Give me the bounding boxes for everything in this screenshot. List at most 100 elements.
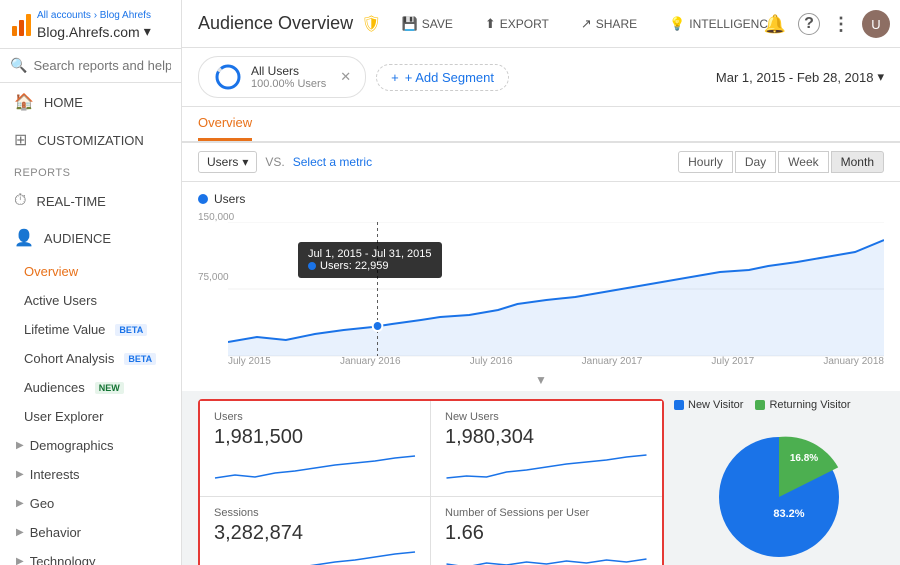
- stat-card-users[interactable]: Users 1,981,500: [200, 401, 431, 497]
- logo-bar-3: [26, 14, 31, 36]
- stat-value-sessions: 3,282,874: [214, 522, 416, 545]
- chevron-right-icon: ▶: [16, 440, 24, 451]
- logo-icon: [12, 14, 31, 36]
- help-icon[interactable]: ?: [798, 13, 820, 35]
- stat-value-sessions-per-user: 1.66: [445, 522, 648, 545]
- stats-grid-container: Users 1,981,500 New Users 1,980,304: [198, 399, 664, 565]
- bell-icon[interactable]: 🔔: [764, 14, 786, 35]
- beta-badge-cohort: BETA: [124, 353, 156, 365]
- sidebar-item-audiences[interactable]: Audiences NEW: [0, 373, 181, 402]
- tooltip-metric: Users: 22,959: [308, 260, 432, 272]
- day-button[interactable]: Day: [735, 151, 776, 173]
- date-range-picker[interactable]: Mar 1, 2015 - Feb 28, 2018 ▾: [716, 69, 884, 85]
- mini-chart-sessions: [214, 549, 416, 565]
- sidebar-item-demographics[interactable]: ▶ Demographics: [0, 431, 181, 460]
- stat-label-new-users: New Users: [445, 411, 648, 423]
- site-info: All accounts › Blog Ahrefs Blog.Ahrefs.c…: [37, 10, 151, 40]
- date-chevron-icon: ▾: [877, 69, 884, 85]
- sidebar-item-behavior[interactable]: ▶ Behavior: [0, 518, 181, 547]
- metric-dropdown[interactable]: Users ▾: [198, 151, 257, 173]
- tooltip-date: Jul 1, 2015 - Jul 31, 2015: [308, 248, 432, 260]
- segment-info: All Users 100.00% Users: [251, 64, 326, 90]
- sidebar-item-realtime[interactable]: ⏱ REAL-TIME: [0, 183, 181, 219]
- chevron-down-icon: ▾: [144, 23, 151, 40]
- share-icon: ↗: [581, 16, 592, 32]
- grid-icon: ⊞: [14, 130, 27, 150]
- export-button[interactable]: ⬆ EXPORT: [477, 12, 557, 36]
- add-segment-button[interactable]: + + Add Segment: [376, 64, 509, 91]
- avatar[interactable]: U: [862, 10, 890, 38]
- stats-grid: Users 1,981,500 New Users 1,980,304: [198, 399, 664, 565]
- sidebar-item-user-explorer[interactable]: User Explorer: [0, 402, 181, 431]
- mini-chart-sessions-per-user: [445, 549, 648, 565]
- stat-card-sessions-per-user[interactable]: Number of Sessions per User 1.66: [431, 497, 662, 565]
- sidebar-item-home[interactable]: 🏠 HOME: [0, 83, 181, 121]
- more-icon[interactable]: ⋮: [832, 14, 850, 35]
- legend-label-users: Users: [214, 192, 245, 206]
- search-icon: 🔍: [10, 57, 27, 74]
- clock-icon: ⏱: [14, 192, 26, 210]
- export-icon: ⬆: [485, 16, 496, 32]
- time-button-group: Hourly Day Week Month: [678, 151, 884, 173]
- new-visitor-dot: [674, 400, 684, 410]
- intelligence-icon: 💡: [669, 16, 685, 32]
- sidebar-item-interests[interactable]: ▶ Interests: [0, 460, 181, 489]
- beta-badge-lifetime: BETA: [115, 324, 147, 336]
- overview-tabs: Overview: [182, 107, 900, 143]
- share-button[interactable]: ↗ SHARE: [573, 12, 645, 36]
- person-icon: 👤: [14, 228, 34, 248]
- x-label-jul2015: July 2015: [228, 356, 271, 367]
- x-label-jul2017: July 2017: [711, 356, 754, 367]
- topbar-title-area: Audience Overview 🛡: [198, 13, 381, 34]
- main-content: 🔔 ? ⋮ U Audience Overview 🛡 💾 SAVE ⬆ EXP…: [182, 0, 900, 565]
- returning-visitor-dot: [755, 400, 765, 410]
- add-icon: +: [391, 70, 399, 85]
- stat-value-users: 1,981,500: [214, 426, 416, 449]
- site-name[interactable]: Blog.Ahrefs.com ▾: [37, 23, 151, 40]
- sidebar-item-cohort-analysis[interactable]: Cohort Analysis BETA: [0, 344, 181, 373]
- svg-text:16.8%: 16.8%: [790, 453, 818, 464]
- tooltip-dot: [308, 262, 316, 270]
- sidebar-item-technology[interactable]: ▶ Technology: [0, 547, 181, 565]
- chevron-right-icon-technology: ▶: [16, 556, 24, 565]
- stat-label-sessions: Sessions: [214, 507, 416, 519]
- x-label-jul2016: July 2016: [470, 356, 513, 367]
- tab-overview[interactable]: Overview: [198, 107, 252, 141]
- breadcrumb-text[interactable]: All accounts › Blog Ahrefs: [37, 10, 151, 21]
- select-metric-link[interactable]: Select a metric: [293, 155, 372, 169]
- sidebar-item-active-users[interactable]: Active Users: [0, 286, 181, 315]
- sidebar-item-lifetime-value[interactable]: Lifetime Value BETA: [0, 315, 181, 344]
- chevron-right-icon-behavior: ▶: [16, 527, 24, 538]
- sidebar-item-audience[interactable]: 👤 AUDIENCE: [0, 219, 181, 257]
- content-area: All Users 100.00% Users ✕ + + Add Segmen…: [182, 48, 900, 565]
- sidebar-item-geo[interactable]: ▶ Geo: [0, 489, 181, 518]
- pie-chart-container: New Visitor Returning Visitor: [664, 399, 884, 565]
- month-button[interactable]: Month: [831, 151, 884, 173]
- sidebar-item-customization[interactable]: ⊞ CUSTOMIZATION: [0, 121, 181, 159]
- new-badge-audiences: NEW: [95, 382, 124, 394]
- global-nav: 🔔 ? ⋮ U: [764, 10, 890, 38]
- pie-legend-returning-visitor: Returning Visitor: [755, 399, 850, 411]
- all-users-segment[interactable]: All Users 100.00% Users ✕: [198, 56, 366, 98]
- segment-close-icon[interactable]: ✕: [340, 69, 351, 85]
- breadcrumb: All accounts › Blog Ahrefs: [37, 10, 151, 21]
- stat-card-new-users[interactable]: New Users 1,980,304: [431, 401, 662, 497]
- stat-card-sessions[interactable]: Sessions 3,282,874: [200, 497, 431, 565]
- stat-label-sessions-per-user: Number of Sessions per User: [445, 507, 648, 519]
- save-button[interactable]: 💾 SAVE: [394, 12, 461, 36]
- pie-legend-new-visitor: New Visitor: [674, 399, 743, 411]
- legend-dot-users: [198, 194, 208, 204]
- mini-chart-new-users: [445, 453, 648, 483]
- page-title: Audience Overview: [198, 13, 353, 34]
- chart-scroll-indicator: ▼: [198, 371, 884, 391]
- search-input[interactable]: [33, 58, 171, 73]
- segment-donut-icon: [213, 62, 243, 92]
- sidebar-item-overview[interactable]: Overview: [0, 257, 181, 286]
- chart-area: 150,000 75,000 Jul 1, 2015 - Jul 31, 201…: [198, 212, 884, 352]
- hourly-button[interactable]: Hourly: [678, 151, 733, 173]
- segment-circle-container: [213, 62, 243, 92]
- week-button[interactable]: Week: [778, 151, 828, 173]
- sidebar-logo: All accounts › Blog Ahrefs Blog.Ahrefs.c…: [12, 10, 169, 40]
- search-bar[interactable]: 🔍: [0, 49, 181, 83]
- save-icon: 💾: [402, 16, 418, 32]
